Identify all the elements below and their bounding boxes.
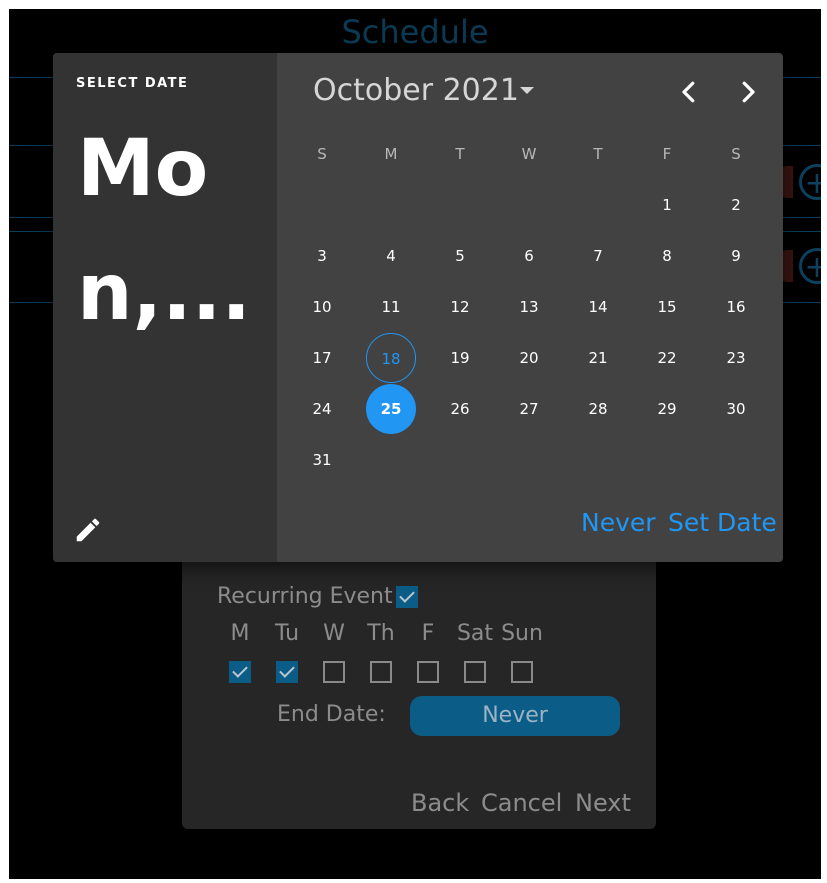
calendar-day[interactable]: 24 — [297, 384, 347, 434]
calendar-day[interactable]: 4 — [366, 231, 416, 281]
weekday-label: Sun — [501, 621, 543, 646]
calendar-day[interactable]: 27 — [504, 384, 554, 434]
end-date-label: End Date: — [277, 702, 386, 727]
weekday-header-label: W — [521, 145, 537, 163]
calendar-day-selected[interactable]: 25 — [366, 384, 416, 434]
dropdown-caret-icon[interactable] — [520, 87, 534, 94]
back-button[interactable]: Back — [411, 789, 469, 817]
add-circle-icon[interactable]: + — [799, 248, 821, 285]
weekday-checkbox[interactable] — [323, 661, 345, 683]
page-title: Schedule — [341, 13, 489, 51]
calendar-day[interactable]: 3 — [297, 231, 347, 281]
never-button[interactable]: Never — [581, 508, 656, 537]
add-circle-icon[interactable]: + — [799, 164, 821, 201]
calendar-day[interactable]: 7 — [573, 231, 623, 281]
cancel-button[interactable]: Cancel — [481, 789, 562, 817]
calendar-day[interactable]: 2 — [711, 180, 761, 230]
calendar-day[interactable]: 31 — [297, 435, 347, 485]
calendar-day[interactable]: 16 — [711, 282, 761, 332]
calendar-day[interactable]: 9 — [711, 231, 761, 281]
weekday-header-label: T — [455, 145, 465, 163]
schedule-dialog: Recurring Event M Tu W Th F Sat Sun End Date: … — [182, 557, 656, 829]
calendar-day[interactable]: 11 — [366, 282, 416, 332]
weekday-header-label: F — [662, 145, 672, 163]
selected-date-display: Mon,... — [77, 124, 252, 338]
calendar-day[interactable]: 30 — [711, 384, 761, 434]
calendar-day[interactable]: 20 — [504, 333, 554, 383]
pencil-icon[interactable] — [73, 515, 103, 545]
weekday-header-label: S — [317, 145, 327, 163]
calendar-day[interactable]: 5 — [435, 231, 485, 281]
calendar-day[interactable]: 28 — [573, 384, 623, 434]
weekday-checkbox[interactable] — [464, 661, 486, 683]
calendar-day[interactable]: 15 — [642, 282, 692, 332]
calendar-day[interactable]: 26 — [435, 384, 485, 434]
date-picker: SELECT DATE Mon,... October 2021 S M T W T F S… — [53, 53, 783, 562]
recurring-event-checkbox[interactable] — [396, 586, 418, 608]
calendar-day[interactable]: 29 — [642, 384, 692, 434]
calendar-day[interactable]: 6 — [504, 231, 554, 281]
chevron-right-icon[interactable] — [733, 77, 763, 107]
weekday-checkbox[interactable] — [511, 661, 533, 683]
weekday-checkbox[interactable] — [370, 661, 392, 683]
calendar-day[interactable]: 14 — [573, 282, 623, 332]
calendar-day[interactable]: 12 — [435, 282, 485, 332]
calendar-day[interactable]: 23 — [711, 333, 761, 383]
calendar-day[interactable]: 1 — [642, 180, 692, 230]
chevron-left-icon[interactable] — [674, 77, 704, 107]
calendar-day-today[interactable]: 18 — [366, 333, 416, 383]
weekday-checkbox[interactable] — [417, 661, 439, 683]
weekday-header-label: M — [384, 145, 398, 163]
picker-header: SELECT DATE Mon,... — [53, 53, 277, 562]
app-frame: Schedule + + Recurring Event M Tu W Th F Sat S… — [9, 9, 821, 879]
end-date-never-button[interactable]: Never — [410, 696, 620, 736]
next-button[interactable]: Next — [575, 789, 631, 817]
calendar-day[interactable]: 21 — [573, 333, 623, 383]
calendar-day[interactable]: 10 — [297, 282, 347, 332]
month-year-selector[interactable]: October 2021 — [313, 73, 519, 108]
weekday-checkbox[interactable] — [276, 661, 298, 683]
select-date-label: SELECT DATE — [76, 76, 189, 91]
calendar-day[interactable]: 22 — [642, 333, 692, 383]
weekday-header-label: S — [731, 145, 741, 163]
set-date-button[interactable]: Set Date — [668, 508, 777, 537]
recurring-event-label: Recurring Event — [217, 584, 393, 609]
weekday-header-label: T — [593, 145, 603, 163]
calendar-day[interactable]: 13 — [504, 282, 554, 332]
calendar-day[interactable]: 17 — [297, 333, 347, 383]
calendar-day[interactable]: 8 — [642, 231, 692, 281]
weekday-checkbox[interactable] — [229, 661, 251, 683]
calendar-day[interactable]: 19 — [435, 333, 485, 383]
